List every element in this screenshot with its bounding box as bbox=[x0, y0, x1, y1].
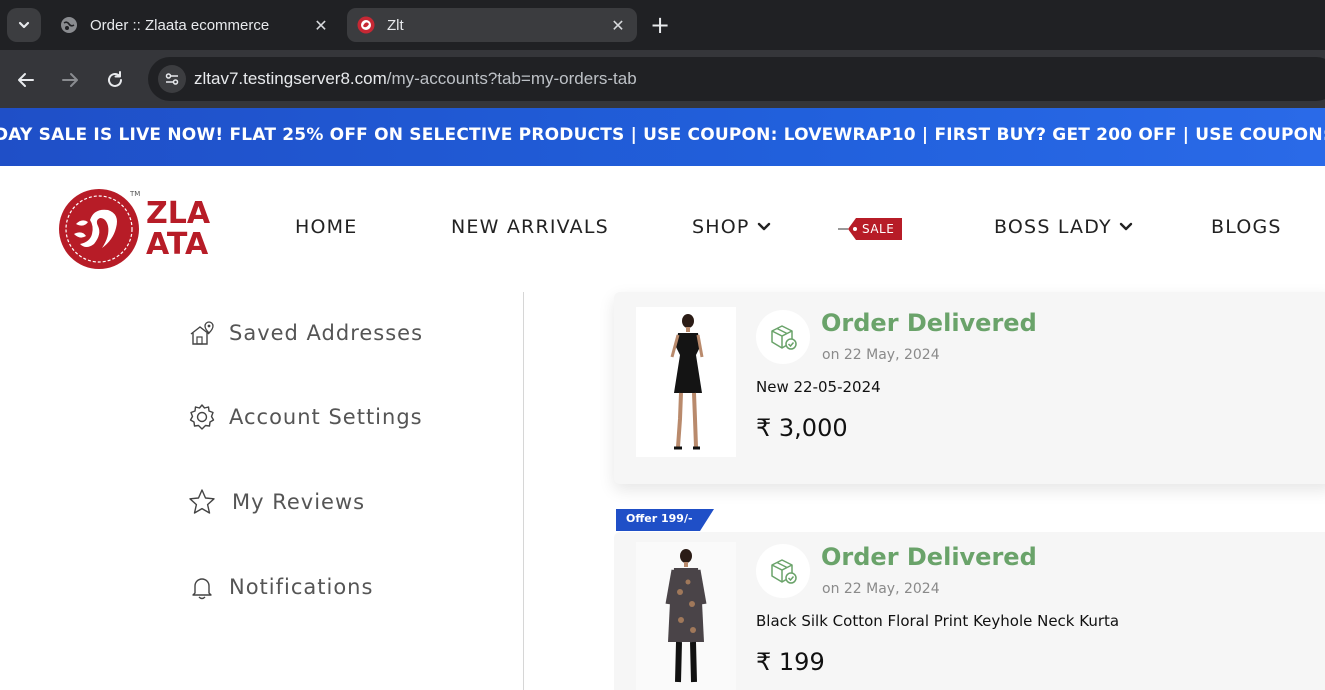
zlaata-favicon-icon bbox=[357, 16, 375, 34]
star-icon bbox=[187, 487, 217, 517]
swan-emblem-icon bbox=[59, 189, 139, 269]
sale-label: SALE bbox=[862, 222, 895, 236]
tab-search-button[interactable] bbox=[7, 8, 41, 42]
nav-sale[interactable]: SALE bbox=[838, 216, 904, 242]
product-name[interactable]: New 22-05-2024 bbox=[756, 378, 881, 396]
nav-home[interactable]: HOME bbox=[295, 216, 357, 238]
order-price: ₹ 3,000 bbox=[756, 414, 848, 442]
site-settings-button[interactable] bbox=[158, 65, 186, 93]
sidebar-item-label: Notifications bbox=[229, 575, 374, 599]
arrow-right-icon bbox=[62, 73, 78, 87]
globe-icon bbox=[60, 16, 78, 34]
nav-shop[interactable]: SHOP bbox=[692, 216, 771, 238]
address-bar[interactable]: zltav7.testingserver8.com/my-accounts?ta… bbox=[148, 57, 1325, 101]
offer-label: Offer 199/- bbox=[626, 512, 693, 525]
sidebar-item-my-reviews[interactable]: My Reviews bbox=[187, 487, 365, 517]
kurta-model-image bbox=[636, 542, 736, 690]
nav-new-arrivals[interactable]: NEW ARRIVALS bbox=[451, 216, 609, 238]
delivered-box-icon bbox=[756, 310, 810, 364]
nav-shop-label: SHOP bbox=[692, 216, 750, 238]
logo-line-1: ZLA bbox=[146, 196, 211, 231]
order-status: Order Delivered bbox=[821, 543, 1037, 571]
sidebar-item-label: My Reviews bbox=[232, 490, 366, 514]
sidebar-item-label: Account Settings bbox=[229, 405, 423, 429]
browser-toolbar: zltav7.testingserver8.com/my-accounts?ta… bbox=[0, 50, 1325, 108]
sidebar-divider bbox=[523, 292, 524, 690]
browser-tab-zlt[interactable]: Zlt ✕ bbox=[347, 8, 637, 42]
nav-blogs[interactable]: BLOGS bbox=[1211, 216, 1282, 238]
nav-home-label: HOME bbox=[295, 216, 358, 238]
nav-new-arrivals-label: NEW ARRIVALS bbox=[451, 216, 609, 238]
logo-line-2: ATA bbox=[146, 227, 209, 262]
gear-icon bbox=[187, 402, 217, 432]
sidebar-item-saved-addresses[interactable]: Saved Addresses bbox=[187, 318, 423, 348]
order-card[interactable]: Order Delivered on 22 May, 2024 New 22-0… bbox=[614, 292, 1325, 484]
sidebar-item-account-settings[interactable]: Account Settings bbox=[187, 402, 423, 432]
chevron-down-icon bbox=[18, 21, 30, 29]
nav-boss-lady[interactable]: BOSS LADY bbox=[994, 216, 1133, 238]
product-thumbnail[interactable] bbox=[636, 542, 736, 690]
zlaata-logo[interactable]: ZLA ATA TM bbox=[56, 186, 226, 274]
order-price: ₹ 199 bbox=[756, 648, 825, 676]
tab-title: Order :: Zlaata ecommerce bbox=[90, 16, 270, 34]
delivered-box-icon bbox=[756, 544, 810, 598]
sidebar-item-label: Saved Addresses bbox=[229, 321, 424, 345]
tune-icon bbox=[165, 73, 179, 85]
order-status: Order Delivered bbox=[821, 309, 1037, 337]
reload-icon bbox=[108, 71, 122, 87]
close-tab-icon[interactable]: ✕ bbox=[312, 16, 330, 35]
announcement-text: DAY SALE IS LIVE NOW! FLAT 25% OFF ON SE… bbox=[0, 125, 1325, 145]
order-card[interactable]: Order Delivered on 22 May, 2024 Black Si… bbox=[614, 532, 1325, 690]
browser-tab-strip: Order :: Zlaata ecommerce ✕ Zlt ✕ + bbox=[0, 0, 1325, 50]
order-date: on 22 May, 2024 bbox=[822, 581, 940, 597]
back-button[interactable] bbox=[11, 65, 41, 95]
url-path: /my-accounts?tab=my-orders-tab bbox=[386, 69, 637, 88]
site-header: ZLA ATA TM HOME NEW ARRIVALS SHOP SALE B… bbox=[0, 166, 1325, 292]
nav-blogs-label: BLOGS bbox=[1211, 216, 1282, 238]
house-location-icon bbox=[187, 318, 217, 348]
nav-boss-lady-label: BOSS LADY bbox=[994, 216, 1112, 238]
arrow-left-icon bbox=[18, 73, 34, 87]
logo-wordmark: ZLA ATA bbox=[146, 198, 210, 260]
tab-title: Zlt bbox=[387, 16, 404, 34]
offer-badge: Offer 199/- bbox=[616, 509, 714, 531]
reload-button[interactable] bbox=[100, 65, 130, 95]
url-host: zltav7.testingserver8.com bbox=[194, 69, 387, 88]
order-date: on 22 May, 2024 bbox=[822, 347, 940, 363]
logo-trademark: TM bbox=[130, 190, 141, 198]
dress-model-image bbox=[636, 307, 736, 457]
close-tab-icon[interactable]: ✕ bbox=[609, 16, 627, 35]
new-tab-button[interactable]: + bbox=[646, 10, 674, 40]
account-sidebar: Saved Addresses Account Settings My Revi… bbox=[0, 292, 524, 690]
announcement-bar: DAY SALE IS LIVE NOW! FLAT 25% OFF ON SE… bbox=[0, 108, 1325, 166]
bell-icon bbox=[187, 572, 217, 602]
product-name[interactable]: Black Silk Cotton Floral Print Keyhole N… bbox=[756, 612, 1119, 630]
chevron-down-icon bbox=[1119, 222, 1133, 231]
product-thumbnail[interactable] bbox=[636, 307, 736, 457]
browser-tab-order[interactable]: Order :: Zlaata ecommerce ✕ bbox=[50, 8, 340, 42]
sidebar-item-notifications[interactable]: Notifications bbox=[187, 572, 373, 602]
chevron-down-icon bbox=[757, 222, 770, 231]
forward-button[interactable] bbox=[55, 65, 85, 95]
url-text[interactable]: zltav7.testingserver8.com/my-accounts?ta… bbox=[194, 69, 637, 89]
